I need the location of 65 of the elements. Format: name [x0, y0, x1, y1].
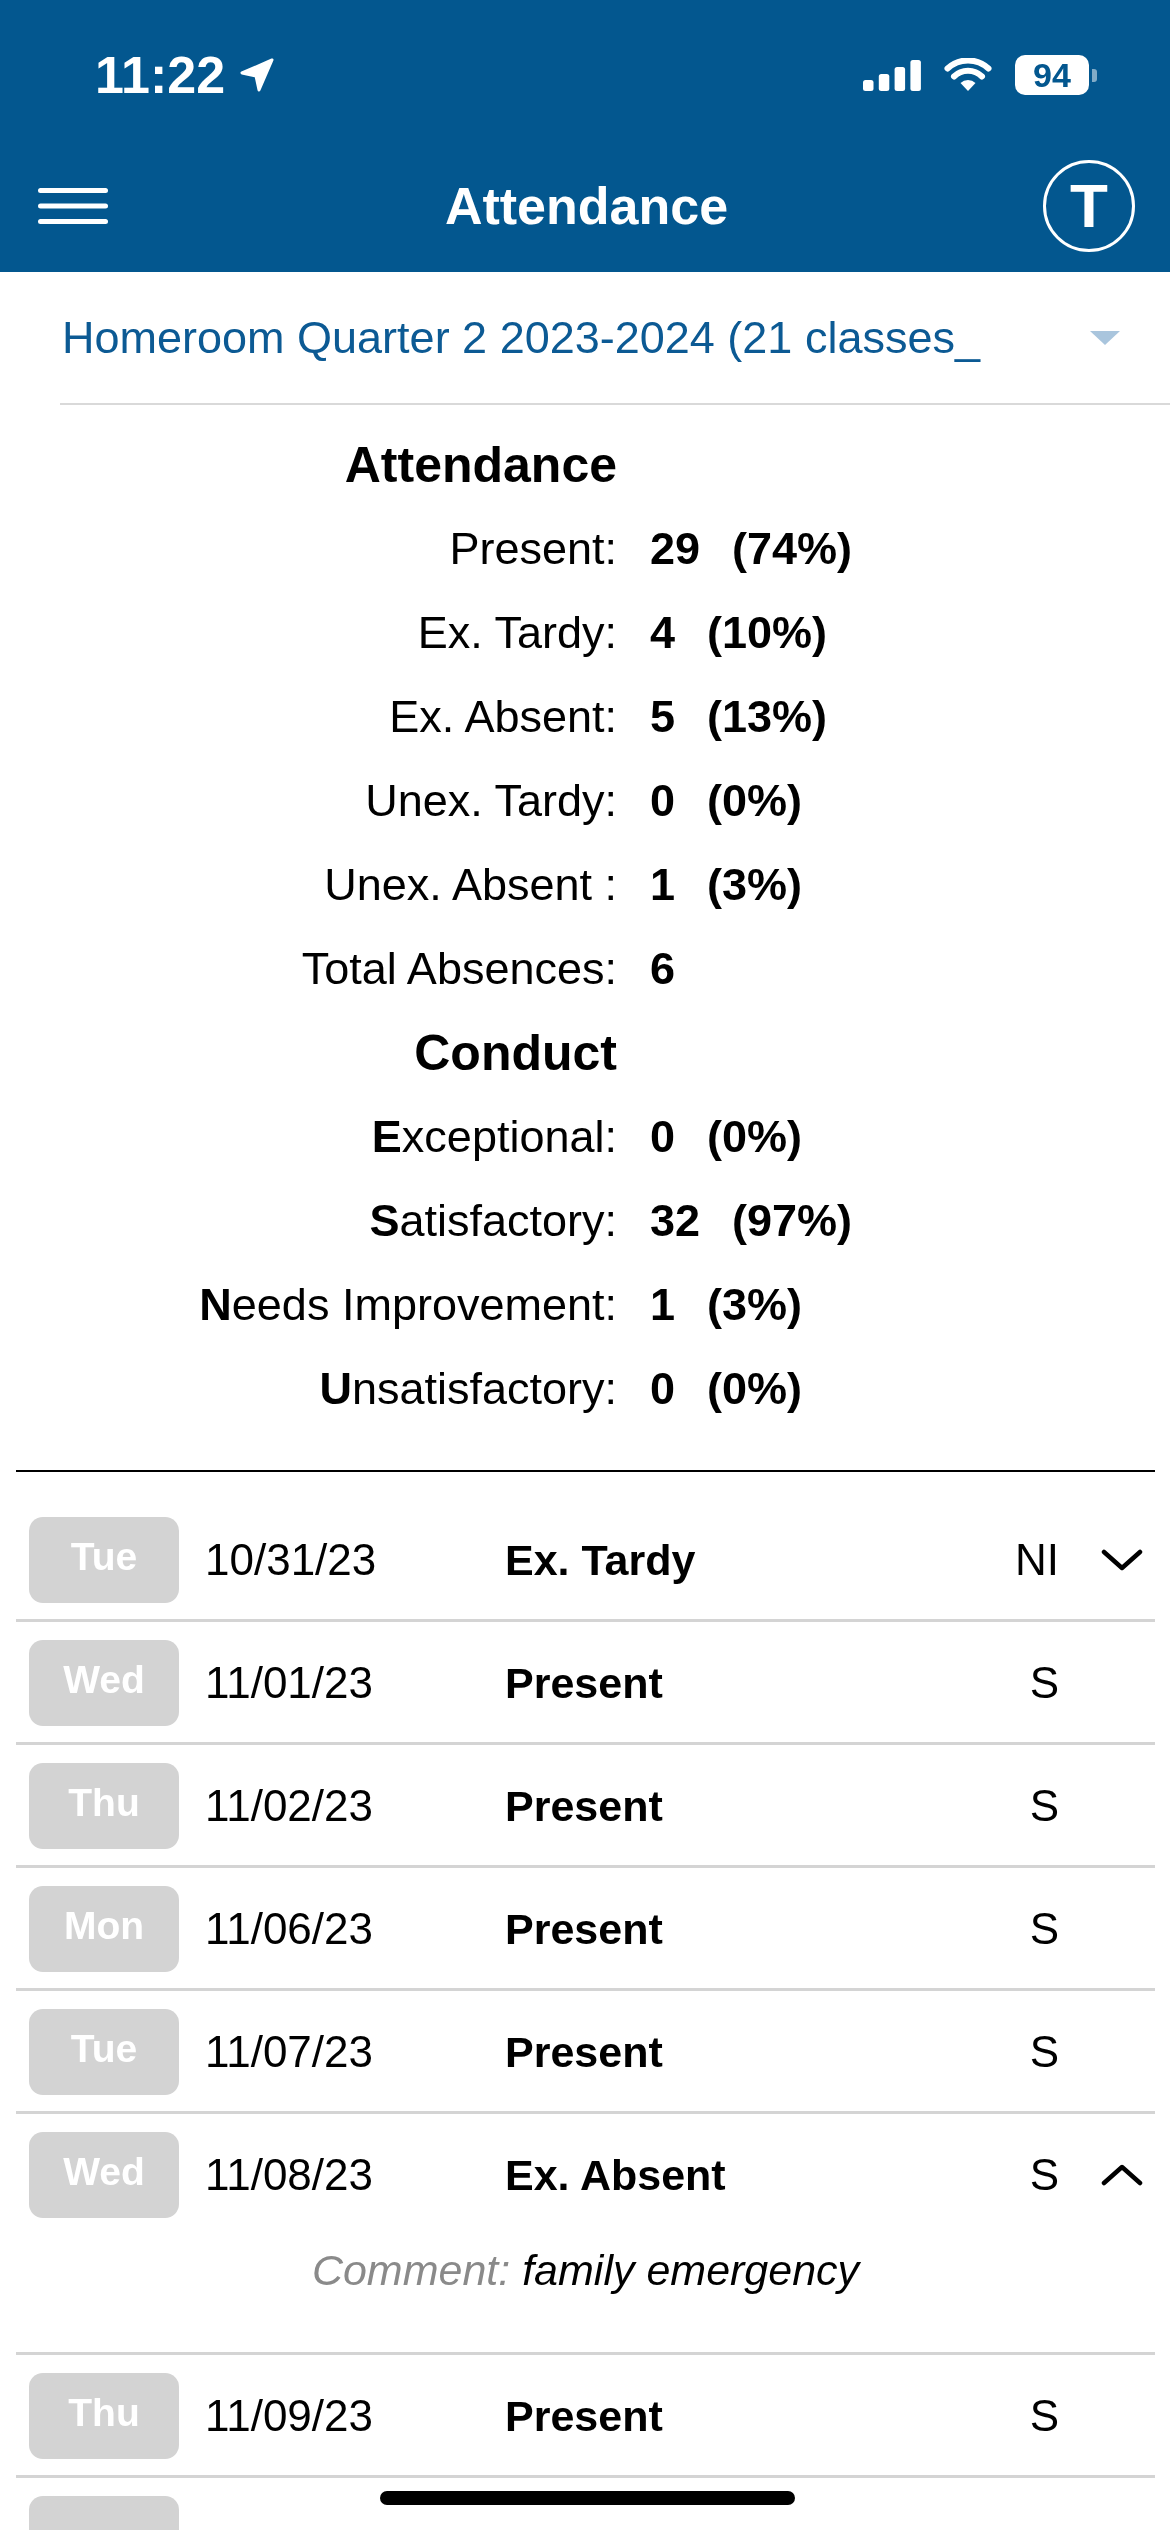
- stat-count: 0: [650, 1363, 676, 1415]
- date-text: 11/07/23: [205, 2027, 373, 2077]
- stat-count: 0: [650, 775, 676, 827]
- term-dropdown[interactable]: Homeroom Quarter 2 2023-2024 (21 classes_: [60, 272, 1170, 405]
- stat-percent: (0%): [707, 1363, 803, 1415]
- battery-indicator: 94: [1015, 55, 1097, 95]
- stat-label: Ex. Absent:: [389, 691, 617, 743]
- conduct-grade: S: [1029, 1904, 1059, 1954]
- caret-icon: [1090, 331, 1120, 345]
- date-text: 11/01/23: [205, 1658, 373, 1708]
- stat-count: 6: [650, 943, 676, 995]
- menu-icon[interactable]: [38, 188, 108, 224]
- attendance-status: Present: [505, 1781, 663, 1831]
- stat-label: Satisfactory:: [369, 1195, 617, 1247]
- date-text: 10/31/23: [205, 1535, 377, 1585]
- absence-comment: Comment: family emergency: [311, 2246, 860, 2294]
- stat-count: 1: [650, 859, 676, 911]
- stat-label: Needs Improvement:: [199, 1279, 617, 1331]
- conduct-grade: NI: [1015, 1535, 1059, 1585]
- stat-percent: (74%): [732, 523, 853, 575]
- stat-label: Unex. Absent :: [324, 859, 617, 911]
- attendance-status: Present: [505, 1658, 663, 1708]
- stat-count: 5: [650, 691, 676, 743]
- attendance-status: Ex. Tardy: [505, 1535, 696, 1585]
- conduct-grade: S: [1029, 2150, 1059, 2200]
- section-heading: Conduct: [414, 1024, 617, 1082]
- date-text: 11/06/23: [205, 1904, 373, 1954]
- stat-label: Total Absences:: [301, 943, 617, 995]
- stat-percent: (10%): [707, 607, 828, 659]
- stat-count: 4: [650, 607, 676, 659]
- location-arrow-icon: [239, 57, 276, 93]
- date-text: 11/02/23: [205, 1781, 373, 1831]
- conduct-grade: S: [1029, 1658, 1059, 1708]
- stat-percent: (3%): [707, 859, 803, 911]
- stat-percent: (97%): [732, 1195, 853, 1247]
- chevron-up-icon[interactable]: [1101, 2164, 1143, 2186]
- attendance-status: Present: [505, 1904, 663, 1954]
- stat-percent: (0%): [707, 775, 803, 827]
- conduct-grade: S: [1029, 1781, 1059, 1831]
- date-text: 11/08/23: [205, 2150, 373, 2200]
- attendance-status: Ex. Absent: [505, 2150, 726, 2200]
- wifi-icon: [944, 58, 992, 92]
- stat-percent: (3%): [707, 1279, 803, 1331]
- conduct-grade: S: [1029, 2027, 1059, 2077]
- stat-percent: (13%): [707, 691, 828, 743]
- stat-label: Ex. Tardy:: [417, 607, 617, 659]
- stat-count: 32: [650, 1195, 701, 1247]
- stat-label: Exceptional:: [371, 1111, 617, 1163]
- attendance-status: Present: [505, 2027, 663, 2077]
- section-heading: Attendance: [344, 436, 617, 494]
- stat-label: Unsatisfactory:: [319, 1363, 617, 1415]
- date-text: 11/09/23: [205, 2391, 373, 2441]
- attendance-status: Present: [505, 2391, 663, 2441]
- stat-count: 1: [650, 1279, 676, 1331]
- stat-count: 0: [650, 1111, 676, 1163]
- stat-count: 29: [650, 523, 701, 575]
- status-time: 11:22: [95, 45, 226, 105]
- profile-avatar[interactable]: T: [1043, 160, 1135, 252]
- conduct-grade: S: [1029, 2391, 1059, 2441]
- stat-label: Unex. Tardy:: [365, 775, 617, 827]
- stat-percent: (0%): [707, 1111, 803, 1163]
- page-title: Attendance: [444, 176, 729, 236]
- stat-label: Present:: [449, 523, 617, 575]
- signal-icon: [863, 59, 921, 91]
- chevron-down-icon[interactable]: [1101, 1549, 1143, 1571]
